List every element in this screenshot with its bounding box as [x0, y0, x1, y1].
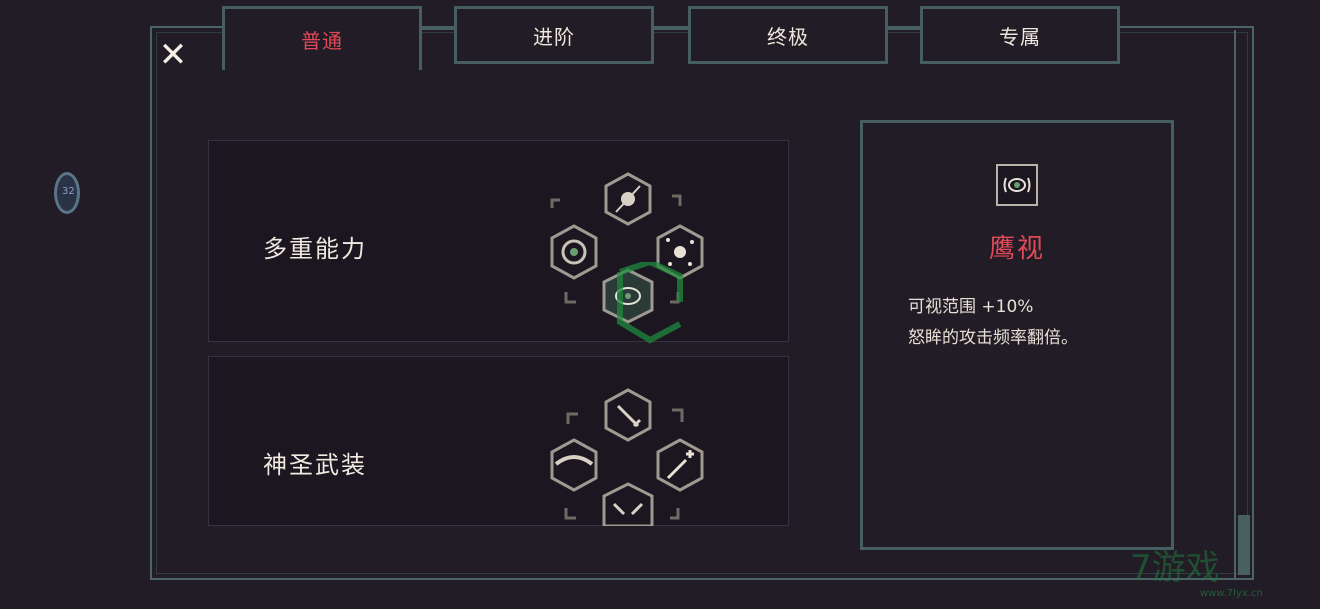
rotate-arrow-icon	[564, 292, 576, 304]
scrollbar-track[interactable]	[1234, 30, 1252, 580]
tab-exclusive[interactable]: 专属	[920, 6, 1120, 64]
rotate-arrow-icon	[672, 194, 682, 206]
rotate-arrow-icon	[550, 198, 560, 208]
hex-ability-left[interactable]	[550, 224, 598, 280]
detail-description: 可视范围 +10% 怒眸的攻击频率翻倍。	[908, 292, 1078, 354]
detail-line-2: 怒眸的攻击频率翻倍。	[908, 328, 1078, 348]
rotate-arrow-icon	[672, 408, 684, 422]
tab-connector	[654, 26, 690, 30]
hex-ability-bottom[interactable]	[602, 482, 654, 526]
hex-ability-top[interactable]	[604, 388, 652, 442]
hex-ability-right[interactable]	[656, 438, 704, 492]
hex-ability-left[interactable]	[550, 438, 598, 492]
close-button[interactable]: ✕	[158, 38, 188, 72]
watermark-text: 7游戏	[1130, 548, 1220, 588]
eagle-eye-icon	[996, 164, 1038, 206]
watermark-logo-icon	[617, 262, 683, 344]
tab-connector	[420, 26, 456, 30]
hex-ability-top[interactable]	[604, 172, 652, 226]
watermark-url: www.7lyx.cn	[1200, 588, 1263, 599]
tab-normal[interactable]: 普通	[222, 6, 422, 70]
panel-title: 多重能力	[263, 235, 367, 263]
rotate-arrow-icon	[670, 508, 680, 520]
tab-advanced[interactable]: 进阶	[454, 6, 654, 64]
close-icon: ✕	[158, 35, 188, 75]
detail-line-1: 可视范围 +10%	[908, 297, 1034, 317]
tab-connector	[886, 26, 922, 30]
rotate-arrow-icon	[564, 508, 576, 520]
side-scroll-knob[interactable]: 32	[54, 172, 80, 214]
tab-ultimate[interactable]: 终极	[688, 6, 888, 64]
scrollbar-thumb[interactable]	[1238, 515, 1250, 575]
ability-hex-cluster	[550, 388, 704, 526]
detail-title: 鹰视	[988, 234, 1045, 264]
panel-title: 神圣武装	[263, 451, 367, 479]
rotate-arrow-icon	[566, 412, 578, 424]
